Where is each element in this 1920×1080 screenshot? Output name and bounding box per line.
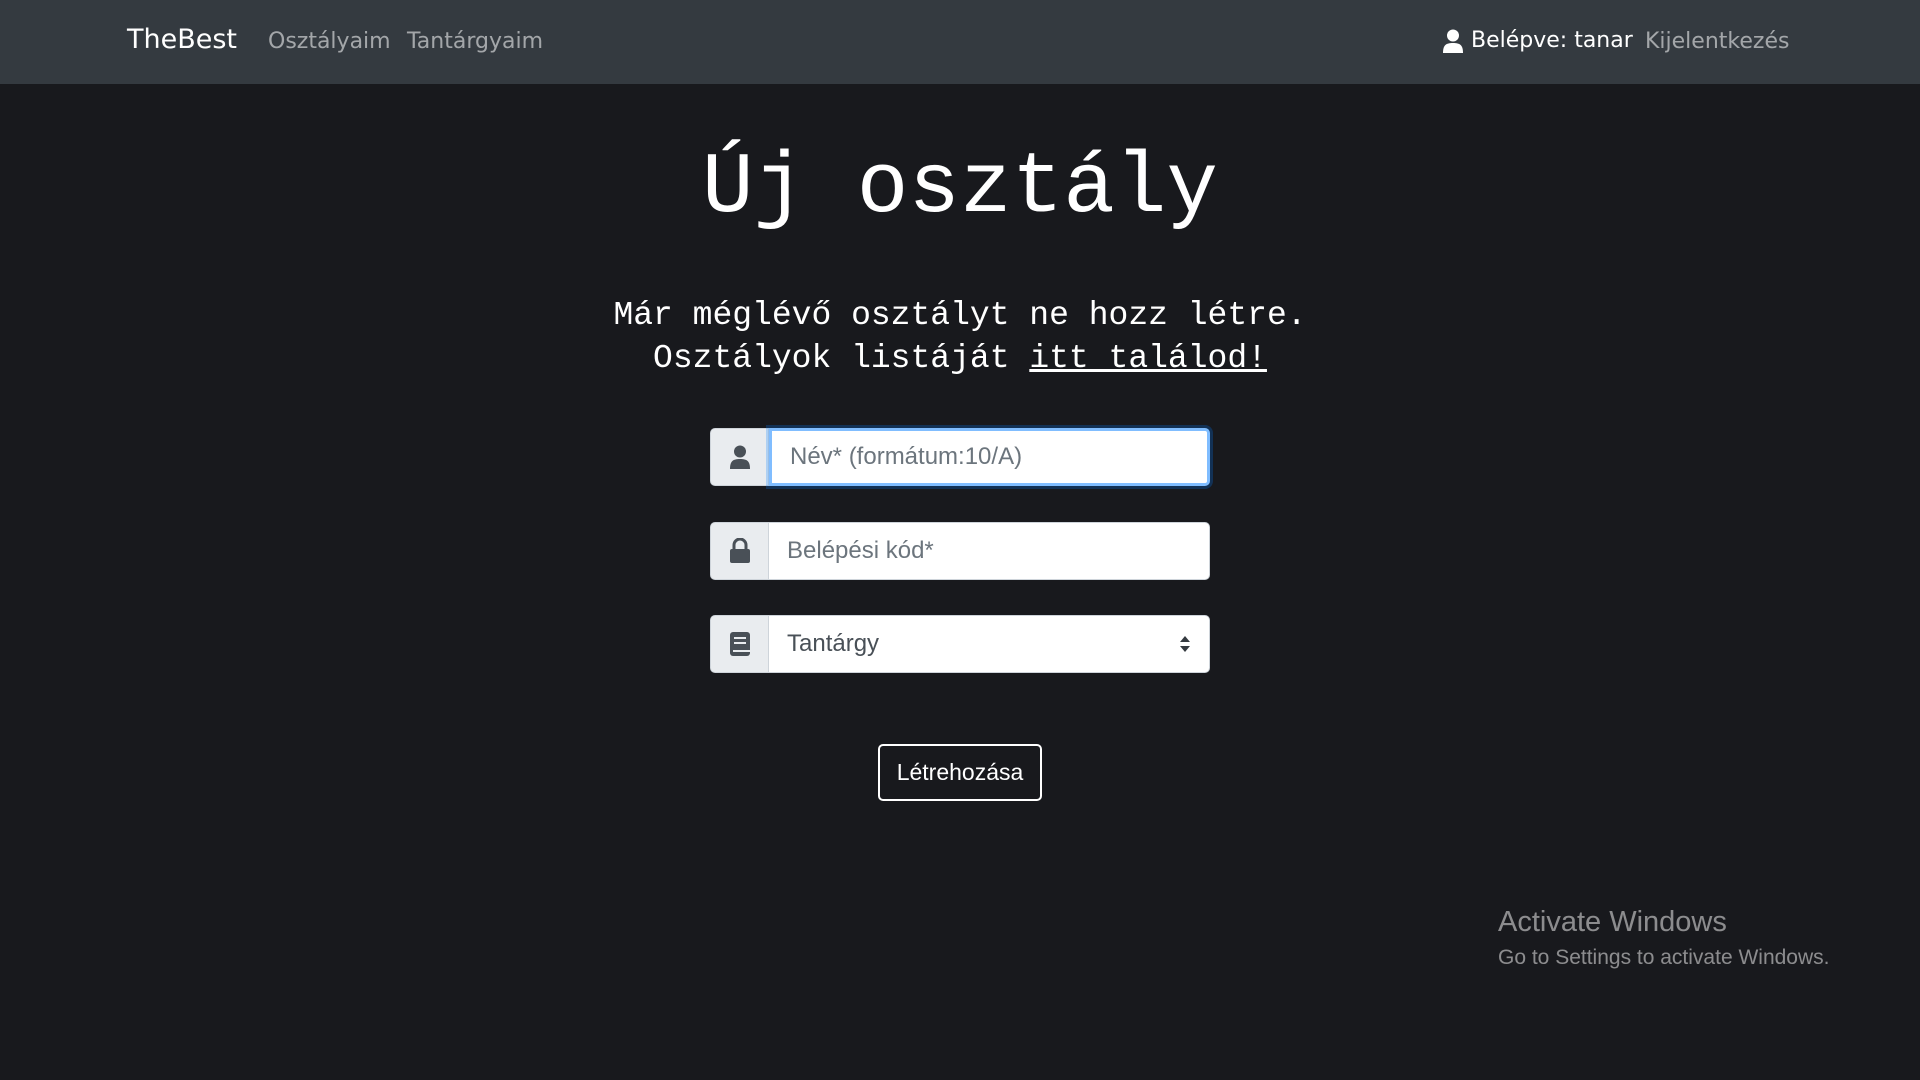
code-input-group: [710, 522, 1210, 580]
name-addon: [710, 428, 769, 486]
class-list-link[interactable]: itt találod!: [1029, 340, 1267, 377]
subtitle-line-1: Már méglévő osztályt ne hozz létre.: [613, 297, 1307, 334]
subtitle-line-2: Osztályok listáját itt találod!: [0, 337, 1920, 380]
nav-link-tantargyaim[interactable]: Tantárgyaim: [407, 29, 543, 54]
subject-select-value: Tantárgy: [787, 630, 880, 657]
login-status-text: Belépve: tanar: [1471, 28, 1633, 53]
page-subtitle: Már méglévő osztályt ne hozz létre. Oszt…: [0, 294, 1920, 380]
user-icon: [1443, 29, 1463, 53]
book-icon: [729, 632, 750, 656]
user-icon: [729, 445, 750, 469]
subject-addon: [710, 615, 769, 673]
top-navbar: TheBest Osztályaim Tantárgyaim Belépve: …: [0, 0, 1920, 84]
subject-input-group: Tantárgy: [710, 615, 1210, 673]
select-arrows-icon: [1180, 636, 1190, 652]
page-title: Új osztály: [701, 139, 1219, 237]
name-input-group: [710, 428, 1210, 486]
code-addon: [710, 522, 769, 580]
subject-select[interactable]: Tantárgy: [769, 615, 1210, 673]
create-button[interactable]: Létrehozása: [878, 744, 1042, 801]
nav-link-osztalyaim[interactable]: Osztályaim: [268, 29, 391, 54]
login-status: Belépve: tanar: [1443, 28, 1633, 53]
activation-watermark-subtitle: Go to Settings to activate Windows.: [1498, 946, 1830, 969]
lock-icon: [729, 538, 750, 563]
brand-link[interactable]: TheBest: [127, 24, 237, 55]
activation-watermark-title: Activate Windows: [1498, 906, 1727, 938]
subtitle-line-2-prefix: Osztályok listáját: [653, 340, 1030, 377]
access-code-input[interactable]: [769, 522, 1210, 580]
class-name-input[interactable]: [769, 428, 1210, 486]
logout-link[interactable]: Kijelentkezés: [1645, 29, 1789, 54]
